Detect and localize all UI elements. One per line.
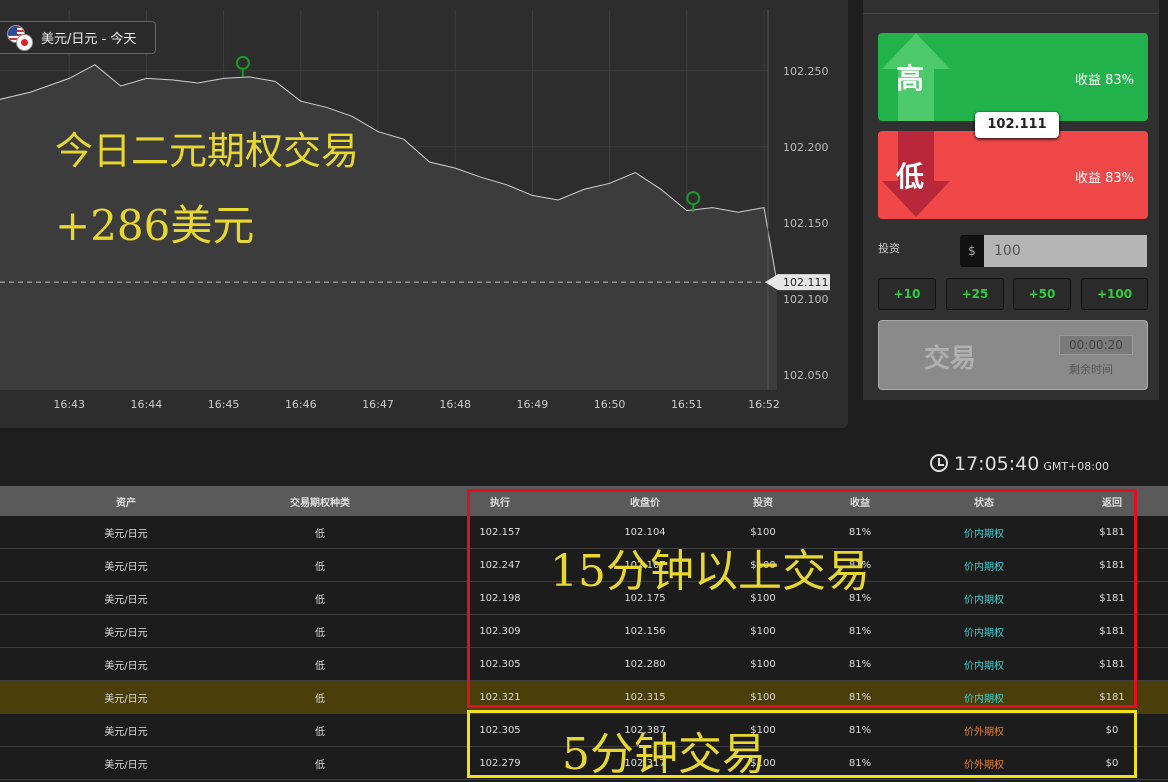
y-tick-label: 102.250 <box>783 65 829 78</box>
countdown-timer: 00:00:20 <box>1059 335 1133 355</box>
x-tick-label: 16:44 <box>131 398 163 411</box>
quick-add-50-button[interactable]: +50 <box>1013 278 1071 310</box>
cell-type: 低 <box>315 660 325 672</box>
asset-selector[interactable]: 美元/日元 - 今天 <box>0 21 156 54</box>
cell-asset: 美元/日元 <box>104 594 148 606</box>
x-tick-label: 16:50 <box>594 398 626 411</box>
overlay-5min: 5分钟交易 <box>562 729 766 780</box>
high-payout: 收益 83% <box>1074 73 1134 88</box>
clock-timezone: GMT+08:00 <box>1043 460 1109 473</box>
quick-add-10-button[interactable]: +10 <box>878 278 936 310</box>
overlay-15min: 15分钟以上交易 <box>550 546 870 597</box>
trade-button-label: 交易 <box>924 344 977 374</box>
col-type: 交易期权种类 <box>290 497 350 509</box>
y-tick-label: 102.200 <box>783 141 829 154</box>
x-tick-label: 16:52 <box>748 398 780 411</box>
asset-selector-label: 美元/日元 - 今天 <box>41 32 137 47</box>
y-tick-label: 102.050 <box>783 369 829 382</box>
overlay-profit: +286美元 <box>55 201 255 250</box>
trade-panel-topbar <box>863 0 1159 14</box>
x-tick-label: 16:48 <box>439 398 471 411</box>
low-label: 低 <box>896 160 925 193</box>
server-clock: 17:05:40 GMT+08:00 <box>930 452 1109 475</box>
x-tick-label: 16:49 <box>517 398 549 411</box>
high-button[interactable]: 高 收益 83% <box>878 33 1148 121</box>
countdown-label: 剩余时间 <box>1069 363 1113 376</box>
low-button[interactable]: 低 收益 83% <box>878 131 1148 219</box>
low-payout: 收益 83% <box>1074 171 1134 186</box>
cell-asset: 美元/日元 <box>104 726 148 738</box>
cell-type: 低 <box>315 561 325 573</box>
clock-icon <box>930 454 948 472</box>
invest-label: 投资 <box>878 242 900 255</box>
cell-asset: 美元/日元 <box>104 693 148 705</box>
x-tick-label: 16:47 <box>362 398 394 411</box>
y-tick-label: 102.100 <box>783 293 829 306</box>
chart-panel[interactable]: 102.250 102.200 102.150 102.100 102.050 102.1… <box>0 0 848 428</box>
axis-price-tag: 102.111 <box>765 274 830 291</box>
cell-asset: 美元/日元 <box>104 660 148 672</box>
col-asset: 资产 <box>116 497 136 509</box>
high-label: 高 <box>896 62 925 95</box>
invest-amount-input[interactable] <box>984 235 1147 267</box>
cell-asset: 美元/日元 <box>104 528 148 540</box>
trade-marker-icon <box>235 55 250 70</box>
quick-add-25-button[interactable]: +25 <box>946 278 1004 310</box>
axis-price-tag-label: 102.111 <box>783 276 829 289</box>
cell-asset: 美元/日元 <box>104 759 148 771</box>
trade-marker-icon <box>686 191 701 206</box>
cell-type: 低 <box>315 726 325 738</box>
y-tick-label: 102.150 <box>783 217 829 230</box>
cell-asset: 美元/日元 <box>104 627 148 639</box>
overlay-title: 今日二元期权交易 <box>55 129 360 173</box>
cell-type: 低 <box>315 693 325 705</box>
quick-add-100-button[interactable]: +100 <box>1081 278 1148 310</box>
x-tick-label: 16:51 <box>671 398 703 411</box>
x-tick-label: 16:46 <box>285 398 317 411</box>
cell-type: 低 <box>315 594 325 606</box>
currency-symbol: $ <box>960 235 984 267</box>
x-tick-label: 16:43 <box>53 398 85 411</box>
cell-asset: 美元/日元 <box>104 561 148 573</box>
trade-panel: 高 收益 83% 低 收益 83% 102.111 投资 $ +10 +25 +… <box>863 0 1159 400</box>
cell-type: 低 <box>315 528 325 540</box>
usd-jpy-flag-icon <box>7 24 33 51</box>
cell-type: 低 <box>315 759 325 771</box>
current-price-badge: 102.111 <box>975 112 1059 138</box>
x-tick-label: 16:45 <box>208 398 240 411</box>
cell-type: 低 <box>315 627 325 639</box>
clock-time: 17:05:40 <box>954 453 1040 475</box>
trade-button[interactable]: 交易 00:00:20 剩余时间 <box>878 320 1148 390</box>
